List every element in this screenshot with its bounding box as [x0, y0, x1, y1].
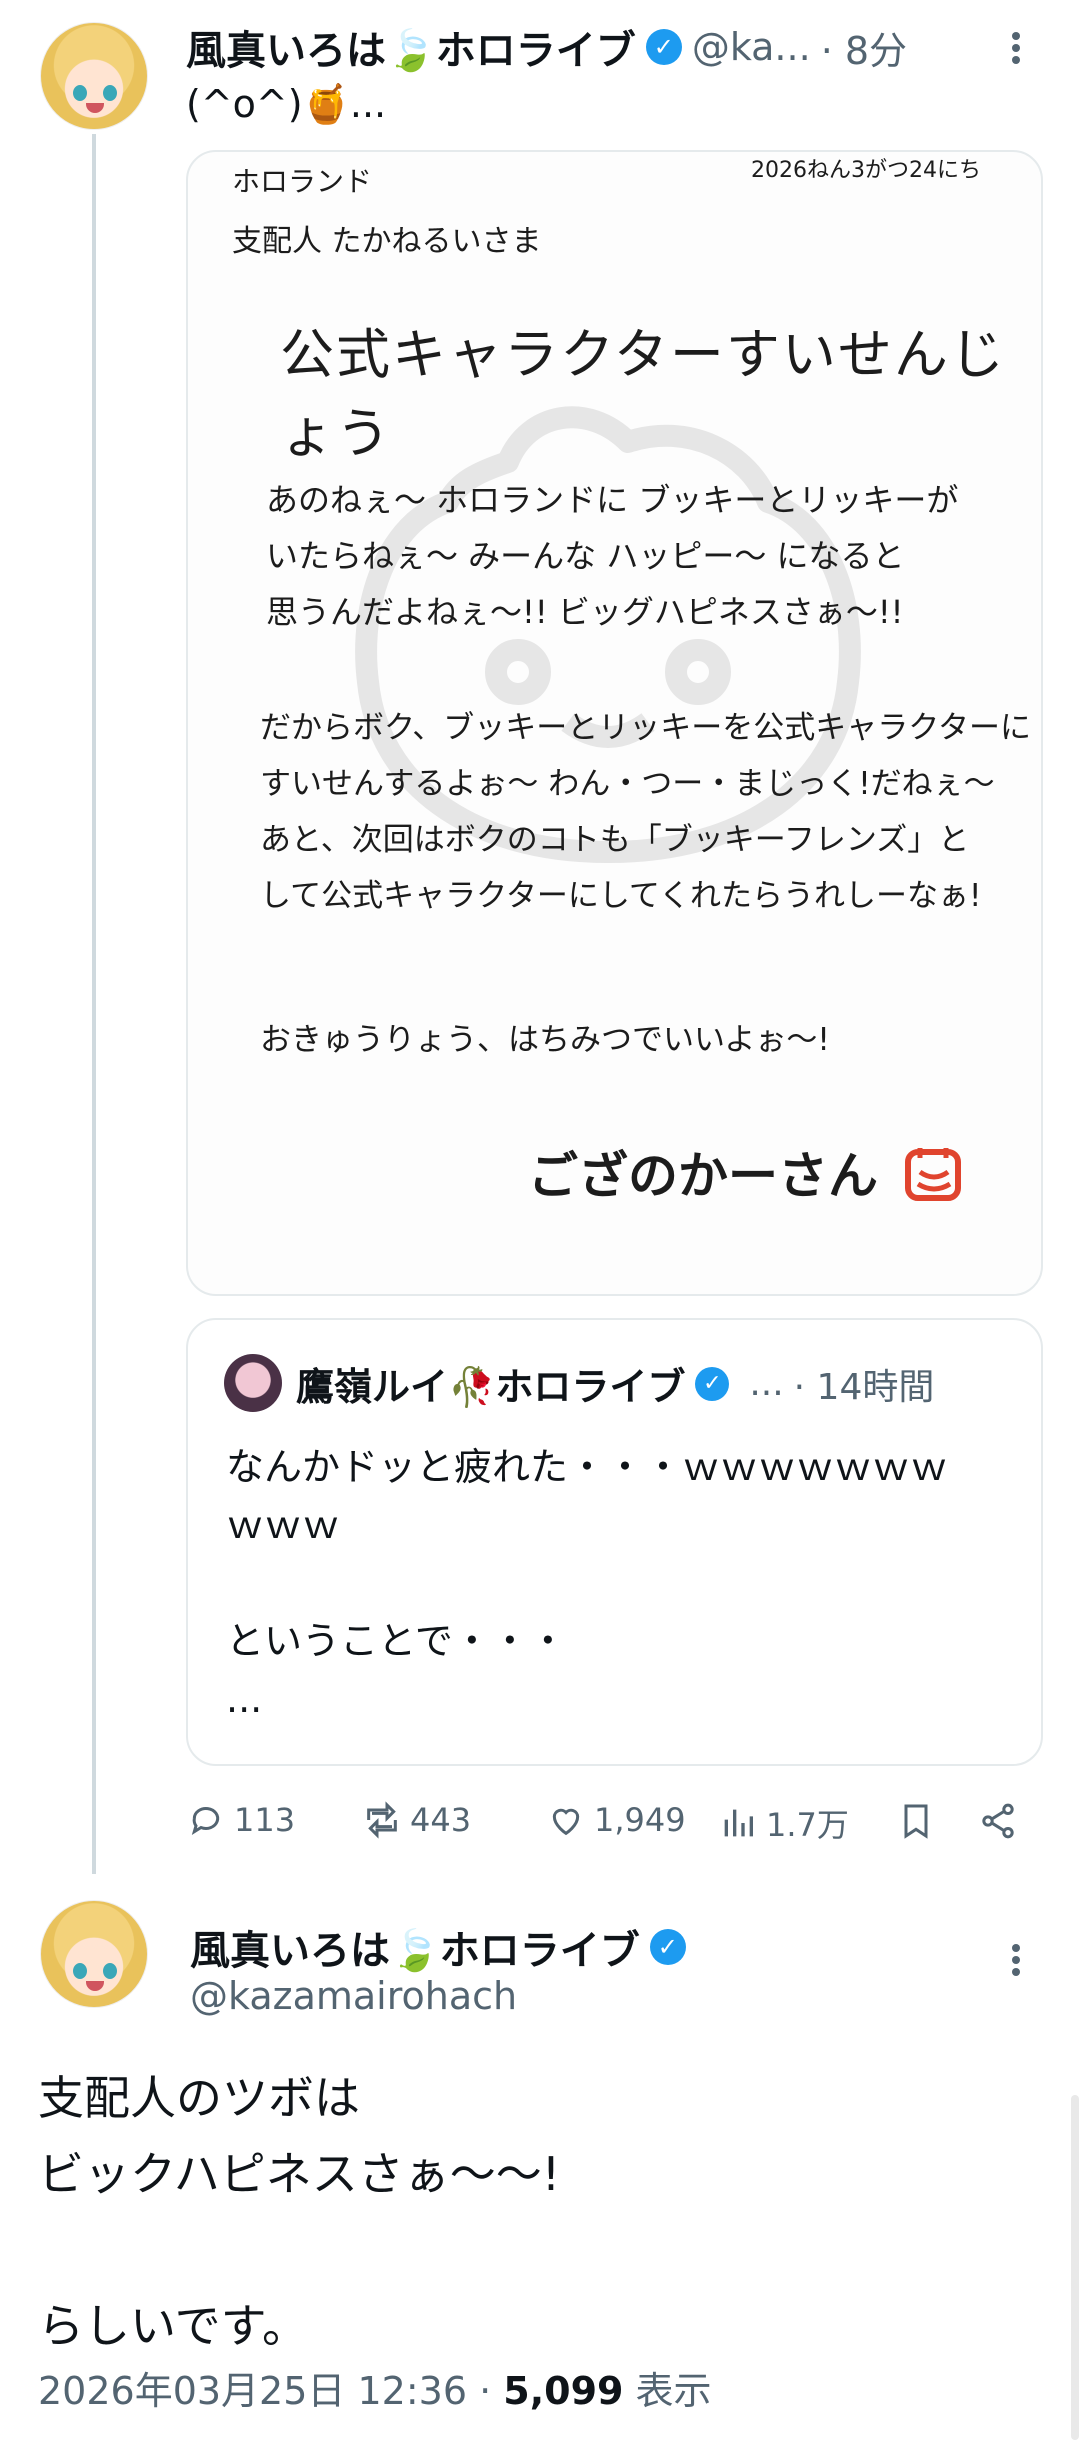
quoted-tweet-text: なんかドッと疲れた・・・ｗｗｗｗｗｗｗ ｗｗｗ ということで・・・ ...	[226, 1445, 949, 1721]
reply-timestamp[interactable]: 2026年03月25日 12:36 ·	[38, 2369, 503, 2413]
reply-more-options-icon[interactable]	[1010, 1940, 1022, 1980]
reply-view-count: 5,099	[503, 2369, 624, 2413]
quoted-handle: ...	[749, 1363, 784, 1404]
retweet-icon	[367, 1801, 397, 1839]
letter-paragraph-3: おきゅうりょう、はちみつでいいよぉ〜!	[260, 1022, 830, 1058]
like-count: 1,949	[594, 1801, 686, 1839]
reply-verified-badge-icon: ✓	[649, 1929, 686, 1965]
reply-icon	[191, 1806, 220, 1836]
share-icon[interactable]	[978, 1800, 1018, 1842]
more-options-icon[interactable]	[1010, 28, 1022, 68]
author-handle[interactable]: @ka...	[692, 25, 811, 69]
quoted-tweet-card[interactable]: 鷹嶺ルイ🥀ホロライブ ✓ ... · 14時間 なんかドッと疲れた・・・ｗｗｗｗ…	[186, 1318, 1043, 1766]
quoted-author-avatar[interactable]	[224, 1354, 282, 1412]
reply-author-handle[interactable]: @kazamairohach	[190, 1974, 517, 2018]
reply-header: 風真いろは🍃ホロライブ ✓	[190, 1918, 686, 1976]
verified-badge-icon: ✓	[645, 29, 682, 65]
letter-paragraph-1: あのねぇ〜 ホロランドに ブッキーとリッキーが いたらねぇ〜 みーんな ハッピー…	[266, 481, 959, 631]
letter-signature: ござのかーさん	[528, 1147, 878, 1205]
heart-icon	[552, 1808, 580, 1836]
reply-count: 113	[234, 1801, 296, 1839]
letter-title: 公式キャラクターすいせんじょう	[280, 323, 1006, 465]
thread-connector-line	[92, 134, 96, 1874]
reply-view-label: 表示	[623, 2369, 712, 2413]
quoted-tweet-time: · 14時間	[793, 1366, 935, 1408]
author-name[interactable]: 風真いろは🍃ホロライブ	[186, 18, 636, 76]
quoted-verified-badge-icon: ✓	[695, 1366, 730, 1401]
stamp-icon	[905, 1148, 961, 1201]
letter-header-left: ホロランド	[232, 165, 373, 198]
author-avatar[interactable]	[40, 22, 148, 130]
letter-date: 2026ねん3がつ24にち	[751, 158, 981, 183]
letter-addressee: 支配人 たかねるいさま	[232, 224, 542, 259]
reply-author-name[interactable]: 風真いろは🍃ホロライブ	[190, 1918, 640, 1976]
tweet-text: (^o^)🍯...	[186, 82, 387, 126]
reply-text: 支配人のツボは ビックハピネスさぁ〜〜! らしいです。	[38, 2071, 561, 2353]
retweet-count: 443	[410, 1801, 472, 1839]
bookmark-icon[interactable]	[896, 1800, 936, 1842]
scrollbar[interactable]	[1071, 2095, 1079, 2440]
tweet-header: 風真いろは🍃ホロライブ ✓ @ka... · 8分	[186, 18, 907, 76]
tweet-time[interactable]: · 8分	[821, 20, 907, 75]
views-button[interactable]: 1.7万	[718, 1800, 849, 1846]
letter-paragraph-2: だからボク、ブッキーとリッキーを公式キャラクターに すいせんするよぉ〜 わん・つ…	[260, 710, 1031, 914]
reply-button[interactable]: 113	[186, 1800, 295, 1840]
quoted-tweet-header: 鷹嶺ルイ🥀ホロライブ ✓ ... · 14時間	[296, 1356, 934, 1411]
reply-meta: 2026年03月25日 12:36 · 5,099 表示	[38, 2360, 712, 2415]
quoted-author-name: 鷹嶺ルイ🥀ホロライブ	[296, 1365, 686, 1409]
retweet-button[interactable]: 443	[362, 1800, 471, 1840]
letter-image[interactable]: ホロランド 2026ねん3がつ24にち 支配人 たかねるいさま 公式キャラクター…	[186, 150, 1043, 1296]
like-button[interactable]: 1,949	[546, 1800, 686, 1840]
analytics-icon	[724, 1809, 753, 1837]
reply-author-avatar[interactable]	[40, 1900, 148, 2008]
views-count: 1.7万	[766, 1806, 849, 1844]
